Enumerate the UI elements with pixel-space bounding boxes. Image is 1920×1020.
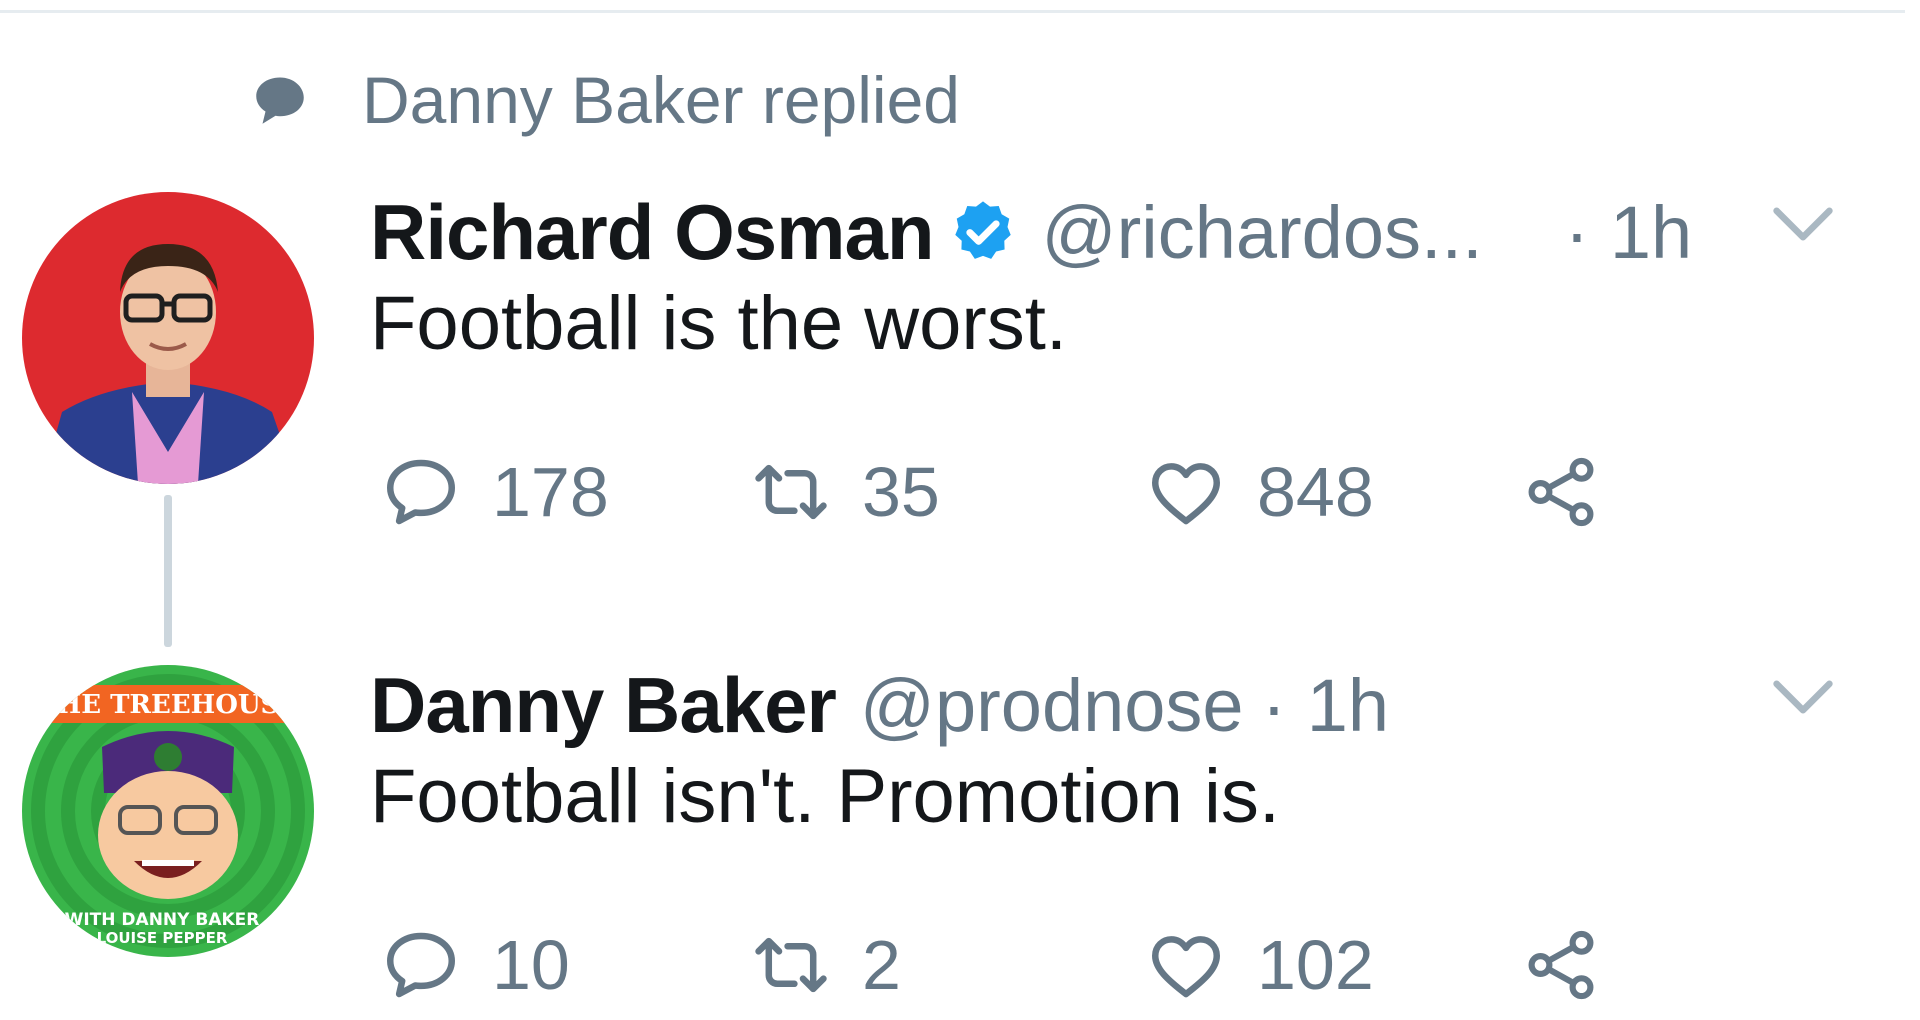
thread-connector-line (164, 495, 172, 647)
tweet-text: Football isn't. Promotion is. (370, 754, 1280, 839)
verified-badge-icon (954, 201, 1011, 259)
display-name[interactable]: Richard Osman (370, 187, 935, 278)
handle[interactable]: @richardos... (1042, 190, 1483, 275)
avatar-richard-osman[interactable] (22, 192, 314, 484)
share-icon (1528, 930, 1594, 1000)
reply-icon (387, 459, 455, 525)
avatar-photo (22, 192, 314, 484)
tweet-header: Richard Osman @richardos... · 1h (370, 182, 1692, 282)
timestamp[interactable]: · 1h (1565, 190, 1693, 275)
avatar-footer-text-2: LOUISE PEPPER (97, 929, 228, 947)
retweet-count: 35 (862, 453, 940, 531)
tweet-actions: 10 2 102 (370, 910, 1670, 1020)
like-button[interactable]: 102 (1145, 910, 1374, 1020)
timestamp[interactable]: · 1h (1262, 663, 1390, 748)
reply-button[interactable]: 10 (380, 910, 570, 1020)
tweet-header: Danny Baker @prodnose · 1h (370, 655, 1389, 755)
retweet-icon (755, 464, 827, 520)
like-count: 102 (1257, 926, 1374, 1004)
heart-icon (1152, 463, 1220, 525)
like-count: 848 (1257, 453, 1374, 531)
share-button[interactable] (1520, 437, 1602, 547)
share-button[interactable] (1520, 910, 1602, 1020)
heart-icon (1152, 936, 1220, 998)
display-name[interactable]: Danny Baker (370, 660, 837, 751)
avatar-footer-text: WITH DANNY BAKER (65, 910, 260, 930)
share-icon (1528, 457, 1594, 527)
chevron-down-icon[interactable] (1770, 675, 1836, 719)
avatar-cartoon: HE TREEHOUS WITH DANNY BAKER LOUISE PEPP… (22, 665, 314, 957)
speech-bubble-icon (256, 77, 304, 124)
reply-button[interactable]: 178 (380, 437, 609, 547)
retweet-button[interactable]: 35 (750, 437, 940, 547)
reply-count: 10 (492, 926, 570, 1004)
chevron-down-icon[interactable] (1770, 202, 1836, 246)
retweet-button[interactable]: 2 (750, 910, 901, 1020)
tweet-actions: 178 35 848 (370, 437, 1670, 547)
avatar-danny-baker[interactable]: HE TREEHOUS WITH DANNY BAKER LOUISE PEPP… (22, 665, 314, 957)
reply-context: Danny Baker replied (250, 60, 960, 140)
retweet-count: 2 (862, 926, 901, 1004)
reply-icon (387, 932, 455, 998)
retweet-icon (755, 937, 827, 993)
top-divider (0, 10, 1905, 13)
like-button[interactable]: 848 (1145, 437, 1374, 547)
tweet-text: Football is the worst. (370, 281, 1067, 366)
reply-context-text: Danny Baker replied (362, 63, 960, 137)
avatar-banner-text: HE TREEHOUS (57, 690, 280, 720)
handle[interactable]: @prodnose (860, 663, 1244, 748)
reply-count: 178 (492, 453, 609, 531)
